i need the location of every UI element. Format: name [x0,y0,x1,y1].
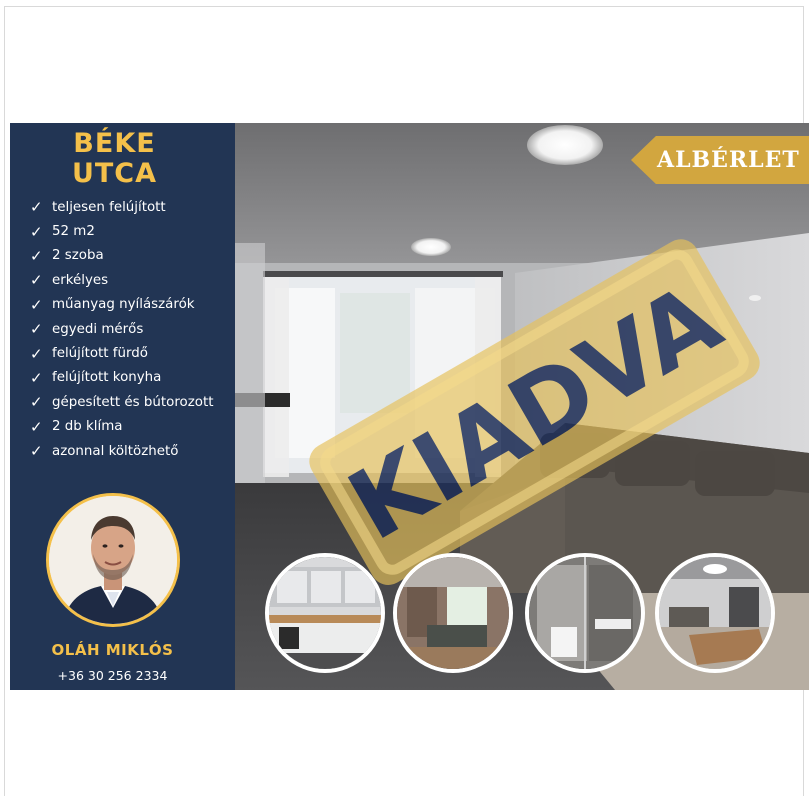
feature-text: teljesen felújított [52,199,166,215]
check-icon: ✓ [30,246,43,265]
feature-text: 2 db klíma [52,419,123,435]
feature-item: ✓ teljesen felújított [30,195,213,219]
feature-text: 2 szoba [52,248,104,264]
living-room-photo [659,557,771,669]
check-icon: ✓ [30,271,43,290]
feature-text: gépesített és bútorozott [52,394,214,410]
bedroom-photo [397,557,509,669]
agent-name: OLÁH MIKLÓS [51,641,174,659]
agent-phone[interactable]: +36 30 256 2334 [10,668,215,683]
feature-item: ✓ felújított konyha [30,366,213,390]
check-icon: ✓ [30,320,43,339]
feature-item: ✓ 2 szoba [30,244,213,268]
thumbnail-bathroom[interactable] [525,553,645,673]
feature-item: ✓ műanyag nyílászárók [30,293,213,317]
thumbnail-kitchen[interactable] [265,553,385,673]
agent-portrait [46,493,180,627]
agent-portrait-drawing [49,496,177,624]
kitchen-photo [269,557,381,669]
check-icon: ✓ [30,344,43,363]
title-line-2: UTCA [71,158,158,189]
check-icon: ✓ [30,393,43,412]
feature-item: ✓ egyedi mérős [30,317,213,341]
feature-item: ✓ erkélyes [30,268,213,292]
check-icon: ✓ [30,198,43,217]
listing-type-tag: ALBÉRLET [631,136,809,184]
apartment-photo: KIADVA ALBÉRLET [235,123,809,690]
check-icon: ✓ [30,295,43,314]
feature-text: azonnal költözhető [52,443,179,459]
listing-type-label: ALBÉRLET [657,147,800,173]
feature-text: erkélyes [52,272,109,288]
thumbnail-bedroom[interactable] [393,553,513,673]
thumbnail-living-room[interactable] [655,553,775,673]
feature-item: ✓ azonnal költözhető [30,439,213,463]
listing-poster: BÉKE UTCA ✓ teljesen felújított ✓ 52 m2 ✓ 2… [10,123,809,690]
check-icon: ✓ [30,442,43,461]
listing-title: BÉKE UTCA [22,129,207,189]
check-icon: ✓ [30,368,43,387]
feature-text: egyedi mérős [52,321,144,337]
feature-item: ✓ gépesített és bútorozott [30,390,213,414]
feature-text: felújított konyha [52,370,162,386]
feature-item: ✓ 2 db klíma [30,415,213,439]
check-icon: ✓ [30,417,43,436]
feature-text: 52 m2 [52,224,95,240]
info-panel: BÉKE UTCA ✓ teljesen felújított ✓ 52 m2 ✓ 2… [10,123,235,690]
feature-item: ✓ felújított fürdő [30,341,213,365]
feature-text: műanyag nyílászárók [52,297,195,313]
title-line-1: BÉKE [73,128,156,159]
feature-list: ✓ teljesen felújított ✓ 52 m2 ✓ 2 szoba ✓ er… [30,195,213,463]
feature-item: ✓ 52 m2 [30,219,213,243]
check-icon: ✓ [30,222,43,241]
feature-text: felújított fürdő [52,346,148,362]
bathroom-photo [529,557,641,669]
